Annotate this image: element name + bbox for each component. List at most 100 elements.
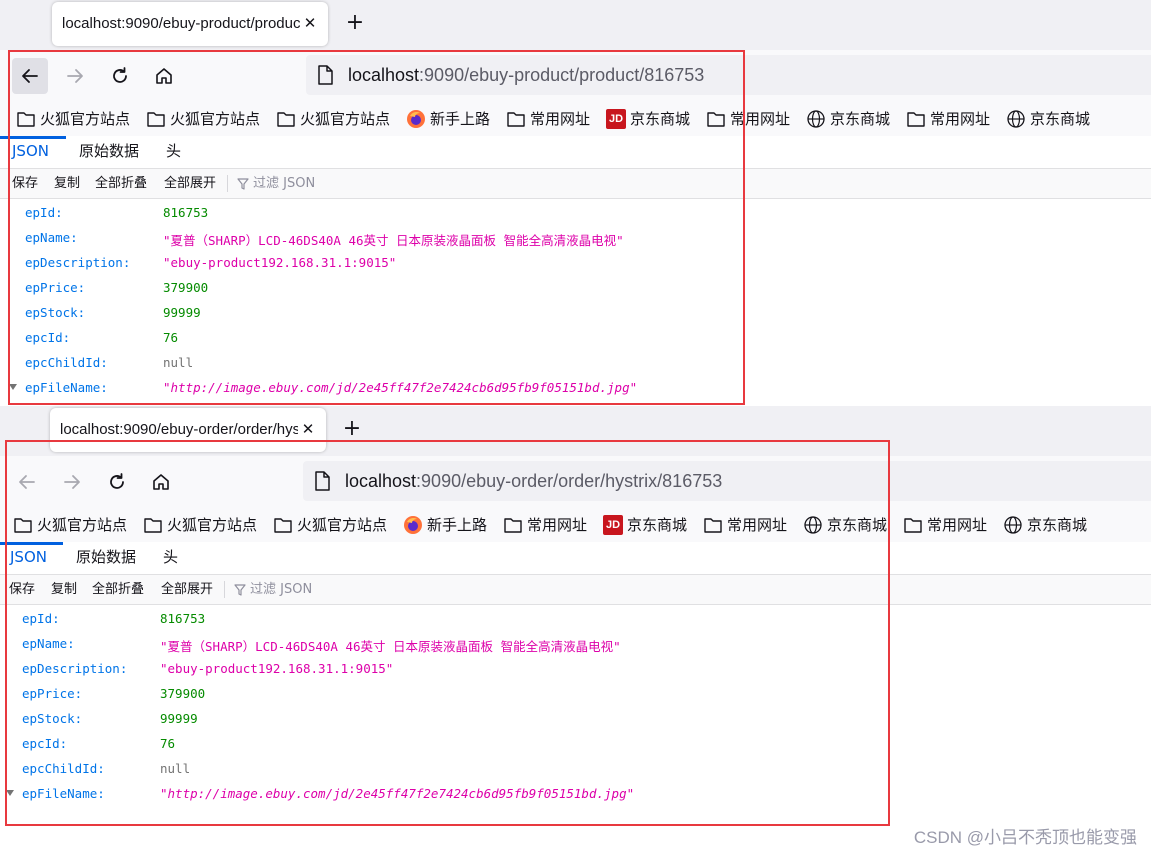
filter-json-input[interactable]: 过滤 JSON	[237, 169, 315, 198]
bookmark-item[interactable]: 火狐官方站点	[16, 108, 130, 130]
reload-button[interactable]	[99, 464, 135, 500]
new-tab-button[interactable]: +	[339, 416, 365, 442]
json-value: 99999	[163, 305, 201, 320]
tab-raw-data[interactable]: 原始数据	[66, 542, 146, 572]
bookmark-item[interactable]: 火狐官方站点	[276, 108, 390, 130]
json-row[interactable]: epId: 816753	[0, 200, 1151, 225]
bookmark-label: 新手上路	[427, 516, 488, 534]
back-button[interactable]	[9, 464, 45, 500]
bookmarks-bar: 火狐官方站点 火狐官方站点 火狐官方站点 新手上路 常用网址 JD 京东商城 常用…	[0, 508, 1151, 542]
json-row[interactable]: epcId: 76	[0, 325, 1151, 350]
back-button[interactable]	[12, 58, 48, 94]
json-value: "ebuy-product192.168.31.1:9015"	[163, 255, 397, 270]
json-row[interactable]: epName: "夏普（SHARP）LCD-46DS40A 46英寸 日本原装液晶…	[0, 631, 1148, 656]
bookmark-item[interactable]: 火狐官方站点	[143, 514, 257, 536]
browser-tab[interactable]: localhost:9090/ebuy-order/order/hystrix/…	[50, 408, 326, 452]
bookmark-item[interactable]: 京东商城	[806, 108, 890, 130]
bookmark-item[interactable]: JD 京东商城	[603, 514, 687, 536]
json-toolbar: 保存 复制 全部折叠 全部展开 过滤 JSON	[0, 169, 1151, 199]
page-icon	[315, 471, 330, 491]
json-row[interactable]: epName: "夏普（SHARP）LCD-46DS40A 46英寸 日本原装液晶…	[0, 225, 1151, 250]
url-bar[interactable]: localhost:9090/ebuy-order/order/hystrix/…	[303, 461, 1151, 501]
new-tab-button[interactable]: +	[342, 10, 368, 36]
forward-button[interactable]	[57, 58, 93, 94]
expand-toggle-icon[interactable]	[6, 790, 14, 796]
bookmark-item[interactable]: 火狐官方站点	[146, 108, 260, 130]
bookmark-item[interactable]: 常用网址	[903, 514, 987, 536]
json-value: 99999	[160, 711, 198, 726]
json-row[interactable]: epcId: 76	[0, 731, 1148, 756]
copy-button[interactable]: 复制	[54, 169, 80, 198]
copy-button[interactable]: 复制	[51, 575, 77, 604]
bookmark-item[interactable]: 常用网址	[906, 108, 990, 130]
browser-tab[interactable]: localhost:9090/ebuy-product/product/8167…	[52, 2, 328, 46]
bookmark-label: 京东商城	[830, 110, 891, 128]
forward-button[interactable]	[54, 464, 90, 500]
json-row[interactable]: epFileName: "http://image.ebuy.com/jd/2e4…	[0, 781, 1148, 806]
json-key: epcId:	[25, 330, 71, 345]
json-key: epcId:	[22, 736, 68, 751]
expand-all-button[interactable]: 全部展开	[164, 169, 216, 198]
home-button[interactable]	[143, 464, 179, 500]
url-path: :9090/ebuy-product/product/816753	[419, 65, 705, 85]
json-row[interactable]: epId: 816753	[0, 606, 1148, 631]
bookmark-item[interactable]: 京东商城	[1003, 514, 1087, 536]
json-key: epStock:	[25, 305, 86, 320]
bookmark-item[interactable]: JD 京东商城	[606, 108, 690, 130]
bookmark-item[interactable]: 常用网址	[503, 514, 587, 536]
page-icon	[318, 65, 333, 85]
bookmark-item[interactable]: 常用网址	[506, 108, 590, 130]
bookmark-item[interactable]: 常用网址	[706, 108, 790, 130]
home-button[interactable]	[146, 58, 182, 94]
tab-json[interactable]: JSON	[2, 136, 59, 166]
bookmark-label: 常用网址	[727, 516, 788, 534]
json-row[interactable]: epStock: 99999	[0, 706, 1148, 731]
toolbar-separator	[227, 175, 228, 192]
json-row[interactable]: epDescription: "ebuy-product192.168.31.1:…	[0, 250, 1151, 275]
json-row[interactable]: epPrice: 379900	[0, 681, 1148, 706]
tab-raw-data[interactable]: 原始数据	[69, 136, 149, 166]
json-key: epPrice:	[25, 280, 86, 295]
tab-json[interactable]: JSON	[0, 542, 57, 572]
json-row[interactable]: epcChildId: null	[0, 756, 1148, 781]
bookmark-item[interactable]: 京东商城	[1006, 108, 1090, 130]
bookmark-item[interactable]: 新手上路	[406, 108, 490, 130]
tab-strip: localhost:9090/ebuy-product/product/8167…	[0, 0, 1151, 50]
json-row[interactable]: epStock: 99999	[0, 300, 1151, 325]
folder-icon	[143, 515, 163, 535]
json-row[interactable]: epcChildId: null	[0, 350, 1151, 375]
save-button[interactable]: 保存	[9, 575, 35, 604]
bookmark-label: 京东商城	[630, 110, 691, 128]
filter-json-input[interactable]: 过滤 JSON	[234, 575, 312, 604]
tab-headers[interactable]: 头	[153, 542, 188, 572]
tab-headers[interactable]: 头	[156, 136, 191, 166]
reload-button[interactable]	[102, 58, 138, 94]
bookmark-label: 京东商城	[827, 516, 888, 534]
url-host: localhost	[345, 471, 417, 491]
save-button[interactable]: 保存	[12, 169, 38, 198]
expand-toggle-icon[interactable]	[9, 384, 17, 390]
close-icon[interactable]: ✕	[298, 419, 318, 439]
bookmark-item[interactable]: 火狐官方站点	[13, 514, 127, 536]
json-key: epId:	[22, 611, 60, 626]
folder-icon	[13, 515, 33, 535]
bookmark-item[interactable]: 常用网址	[703, 514, 787, 536]
expand-all-button[interactable]: 全部展开	[161, 575, 213, 604]
json-row[interactable]: epFileName: "http://image.ebuy.com/jd/2e4…	[0, 375, 1151, 400]
bookmark-item[interactable]: 火狐官方站点	[273, 514, 387, 536]
bookmark-label: 京东商城	[1027, 516, 1088, 534]
browser-window-order: localhost:9090/ebuy-order/order/hystrix/…	[0, 406, 1151, 826]
json-value: null	[163, 355, 194, 370]
collapse-all-button[interactable]: 全部折叠	[95, 169, 147, 198]
bookmark-item[interactable]: 新手上路	[403, 514, 487, 536]
json-row[interactable]: epPrice: 379900	[0, 275, 1151, 300]
bookmark-item[interactable]: 京东商城	[803, 514, 887, 536]
json-key: epcChildId:	[22, 761, 105, 776]
jd-icon: JD	[603, 514, 623, 535]
collapse-all-button[interactable]: 全部折叠	[92, 575, 144, 604]
json-viewer-tabs: JSON 原始数据 头	[0, 136, 1151, 169]
url-bar[interactable]: localhost:9090/ebuy-product/product/8167…	[306, 55, 1151, 95]
json-row[interactable]: epDescription: "ebuy-product192.168.31.1:…	[0, 656, 1148, 681]
close-icon[interactable]: ✕	[300, 13, 320, 33]
json-toolbar: 保存 复制 全部折叠 全部展开 过滤 JSON	[0, 575, 1151, 605]
